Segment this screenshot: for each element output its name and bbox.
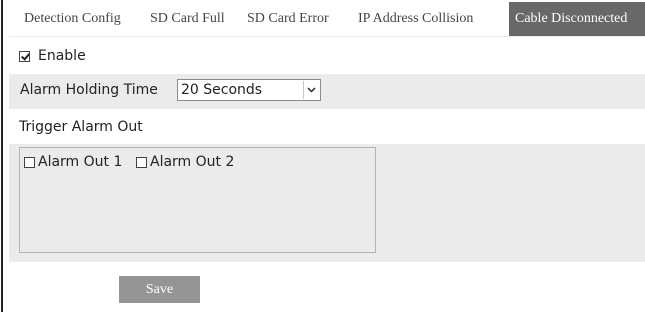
tab-ip-address-collision[interactable]: IP Address Collision (352, 2, 509, 36)
tab-divider (9, 36, 645, 37)
alarm-out-1-checkbox[interactable] (24, 156, 35, 168)
tab-cable-disconnected[interactable]: Cable Disconnected (509, 2, 645, 36)
chevron-down-icon[interactable] (303, 81, 318, 99)
tab-sd-card-error[interactable]: SD Card Error (241, 2, 352, 36)
enable-checkbox[interactable] (19, 50, 30, 62)
alarm-out-2-checkbox[interactable] (136, 156, 147, 168)
tab-detection-config[interactable]: Detection Config (9, 2, 144, 36)
alarm-holding-time-label: Alarm Holding Time (20, 82, 158, 98)
trigger-alarm-out-label: Trigger Alarm Out (19, 119, 143, 135)
save-button[interactable]: Save (119, 276, 200, 303)
alarm-out-list: Alarm Out 1 Alarm Out 2 (19, 147, 376, 253)
alarm-holding-time-value: 20 Seconds (181, 82, 263, 98)
alarm-out-2-label: Alarm Out 2 (150, 154, 235, 170)
tab-bar: Detection Config SD Card Full SD Card Er… (9, 2, 645, 36)
alarm-out-1-label: Alarm Out 1 (38, 154, 123, 170)
alarm-out-2-option[interactable]: Alarm Out 2 (136, 154, 234, 170)
enable-label: Enable (38, 48, 86, 64)
alarm-out-1-option[interactable]: Alarm Out 1 (24, 154, 122, 170)
alarm-holding-time-row: Alarm Holding Time 20 Seconds (9, 74, 645, 109)
alarm-holding-time-select[interactable]: 20 Seconds (177, 79, 321, 101)
left-border (1, 0, 3, 312)
trigger-alarm-out-panel: Alarm Out 1 Alarm Out 2 (9, 144, 645, 262)
tab-sd-card-full[interactable]: SD Card Full (144, 2, 241, 36)
enable-row: Enable (19, 46, 86, 66)
